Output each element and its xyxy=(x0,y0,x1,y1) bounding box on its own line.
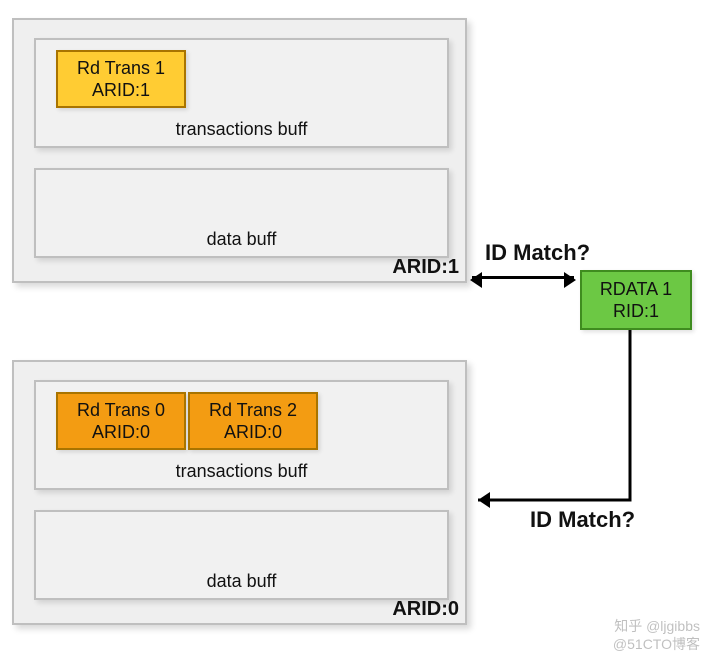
data-buff-label: data buff xyxy=(36,229,447,250)
arid-label-2: ARID:0 xyxy=(392,598,459,621)
arid-label-1: ARID:1 xyxy=(392,256,459,279)
trans-line1: Rd Trans 0 xyxy=(58,399,184,422)
trans-line1: Rd Trans 2 xyxy=(190,399,316,422)
watermark-line1: 知乎 @ljgibbs xyxy=(613,617,700,635)
id-match-label-top: ID Match? xyxy=(485,240,590,266)
trans-box-rd1: Rd Trans 1 ARID:1 xyxy=(56,50,186,108)
rdata-line1: RDATA 1 xyxy=(582,278,690,301)
trans-line1: Rd Trans 1 xyxy=(58,57,184,80)
trans-box-rd0: Rd Trans 0 ARID:0 xyxy=(56,392,186,450)
trans-buff-2: Rd Trans 0 ARID:0 Rd Trans 2 ARID:0 tran… xyxy=(34,380,449,490)
watermark: 知乎 @ljgibbs @51CTO博客 xyxy=(613,617,700,653)
trans-line2: ARID:0 xyxy=(58,421,184,444)
trans-line2: ARID:0 xyxy=(190,421,316,444)
rdata-box: RDATA 1 RID:1 xyxy=(580,270,692,330)
id-match-connector-top xyxy=(472,276,574,279)
group-arid0: Rd Trans 0 ARID:0 Rd Trans 2 ARID:0 tran… xyxy=(12,360,467,625)
trans-buff-1: Rd Trans 1 ARID:1 transactions buff xyxy=(34,38,449,148)
trans-line2: ARID:1 xyxy=(58,79,184,102)
trans-box-rd2: Rd Trans 2 ARID:0 xyxy=(188,392,318,450)
trans-buff-label: transactions buff xyxy=(36,119,447,140)
watermark-line2: @51CTO博客 xyxy=(613,635,700,653)
data-buff-label: data buff xyxy=(36,571,447,592)
rdata-line2: RID:1 xyxy=(582,300,690,323)
data-buff-1: data buff xyxy=(34,168,449,258)
data-buff-2: data buff xyxy=(34,510,449,600)
trans-buff-label: transactions buff xyxy=(36,461,447,482)
id-match-label-bottom: ID Match? xyxy=(530,507,635,533)
group-arid1: Rd Trans 1 ARID:1 transactions buff data… xyxy=(12,18,467,283)
